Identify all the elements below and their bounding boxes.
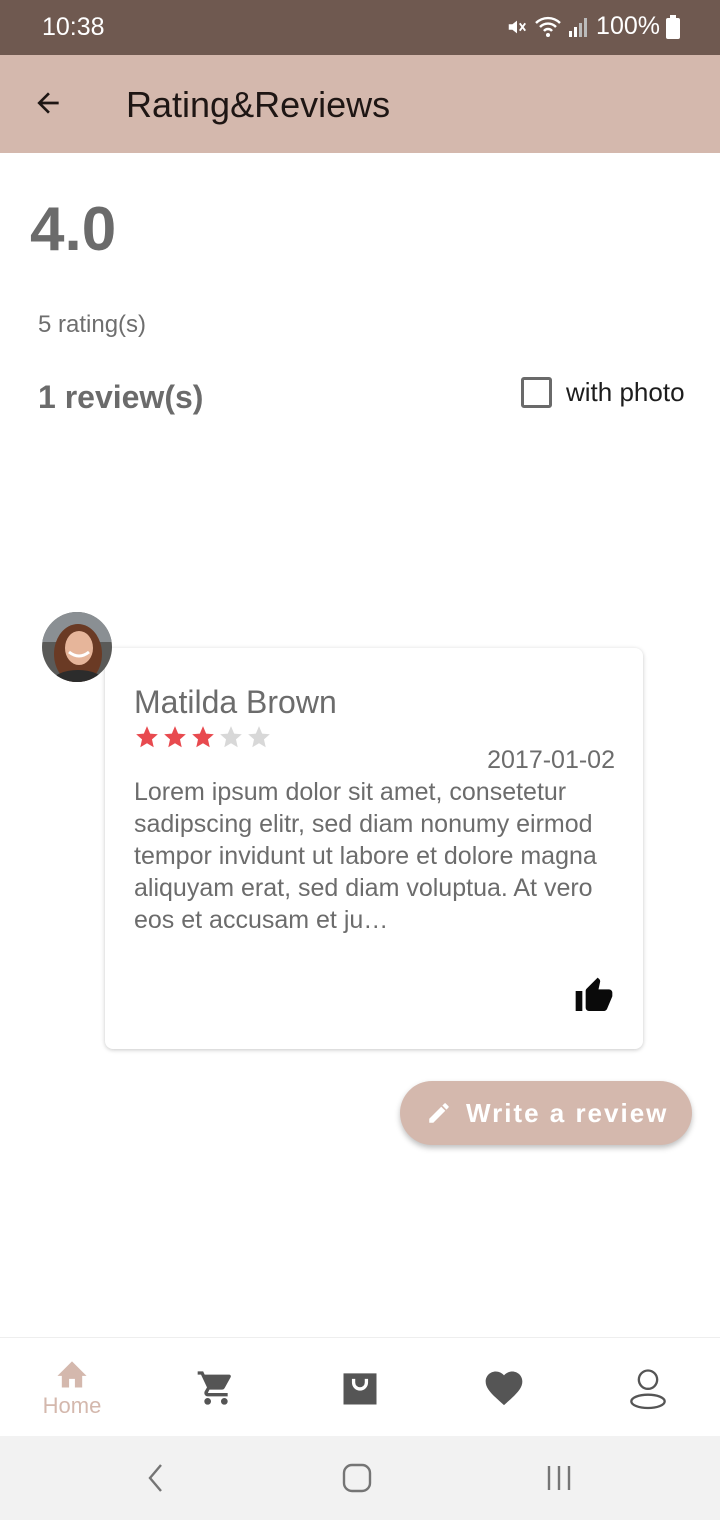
avatar [42, 612, 112, 682]
recents-icon [547, 1466, 571, 1490]
app-bar: Rating&Reviews [0, 55, 720, 153]
review-text: Lorem ipsum dolor sit amet, consetetur s… [134, 778, 597, 934]
star-empty-icon [220, 726, 242, 748]
star-filled-icon [164, 726, 186, 748]
status-icons: 100% [506, 12, 680, 41]
reviews-count: 1 review(s) [38, 379, 204, 415]
chevron-left-icon [148, 1464, 162, 1492]
star-filled-icon [192, 726, 214, 748]
with-photo-filter[interactable]: with photo [521, 377, 685, 408]
nav-favorites[interactable] [432, 1338, 576, 1437]
review-date: 2017-01-02 [487, 746, 615, 774]
mute-icon [508, 20, 527, 33]
helpful-button[interactable] [573, 976, 615, 1016]
profile-icon [630, 1368, 666, 1409]
system-navigation [0, 1436, 720, 1520]
nav-home-label: Home [42, 1392, 102, 1418]
status-time: 10:38 [42, 13, 105, 41]
with-photo-checkbox[interactable] [521, 377, 552, 408]
system-home-button[interactable] [337, 1458, 377, 1498]
nav-profile[interactable] [576, 1338, 720, 1437]
star-rating [134, 724, 272, 750]
review-card: Matilda Brown 2017-01-02 Lorem ipsum dol… [105, 648, 643, 1049]
ratings-count: 5 rating(s) [38, 311, 147, 338]
battery-icon [666, 14, 680, 39]
wifi-icon [535, 16, 561, 37]
battery-percent: 100% [596, 12, 660, 40]
write-review-label: Write a review [466, 1097, 669, 1128]
star-filled-icon [136, 726, 158, 748]
shopping-bag-icon [343, 1372, 377, 1404]
pencil-icon [429, 1103, 449, 1123]
home-square-icon [342, 1463, 372, 1493]
home-icon [57, 1360, 87, 1388]
thumb-up-icon [575, 977, 613, 1011]
system-recents-button[interactable] [539, 1458, 579, 1498]
heart-icon [485, 1371, 523, 1405]
star-empty-icon [248, 726, 270, 748]
nav-bag[interactable] [288, 1338, 432, 1437]
average-rating: 4.0 [30, 195, 117, 264]
status-bar: 10:38 100% [0, 0, 720, 55]
reviewer-name: Matilda Brown [134, 684, 337, 720]
arrow-back-icon [37, 92, 59, 114]
system-back-button[interactable] [136, 1458, 176, 1498]
page-title: Rating&Reviews [126, 84, 391, 125]
write-review-button[interactable]: Write a review [400, 1081, 692, 1145]
nav-cart[interactable] [144, 1338, 288, 1437]
with-photo-label: with photo [566, 377, 685, 407]
bottom-navigation: Home [0, 1337, 720, 1436]
signal-icon [569, 17, 588, 37]
cart-icon [197, 1370, 231, 1405]
nav-home[interactable]: Home [0, 1338, 144, 1437]
back-button[interactable] [28, 83, 68, 123]
